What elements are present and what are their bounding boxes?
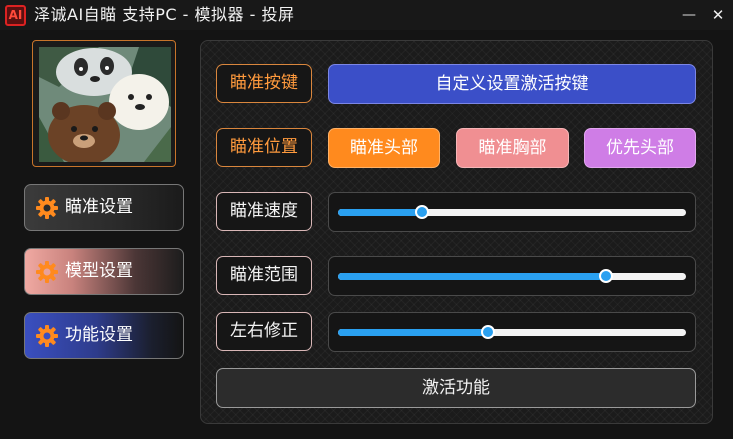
minimize-button[interactable]: — bbox=[679, 5, 699, 25]
slider-track[interactable] bbox=[338, 325, 686, 339]
slider-thumb[interactable] bbox=[598, 269, 613, 283]
aim-speed-label: 瞄准速度 bbox=[216, 192, 312, 231]
gear-icon bbox=[36, 325, 58, 347]
slider-thumb[interactable] bbox=[414, 205, 429, 219]
slider-fill bbox=[338, 209, 422, 216]
aim-position-label: 瞄准位置 bbox=[216, 128, 312, 167]
activate-function-button[interactable]: 激活功能 bbox=[216, 368, 696, 408]
lr-correction-slider[interactable] bbox=[328, 312, 696, 352]
slider-thumb[interactable] bbox=[480, 325, 495, 339]
sidebar-item-aim-settings[interactable]: 瞄准设置 bbox=[24, 184, 184, 231]
aim-chest-button[interactable]: 瞄准胸部 bbox=[456, 128, 569, 168]
custom-activation-key-button[interactable]: 自定义设置激活按键 bbox=[328, 64, 696, 104]
window-title: 泽诚AI自瞄 支持PC - 模拟器 - 投屏 bbox=[34, 5, 295, 24]
lr-correction-label: 左右修正 bbox=[216, 312, 312, 351]
slider-fill bbox=[338, 329, 488, 336]
aim-key-label: 瞄准按键 bbox=[216, 64, 312, 103]
aim-speed-slider[interactable] bbox=[328, 192, 696, 232]
slider-fill bbox=[338, 273, 606, 280]
priority-head-button[interactable]: 优先头部 bbox=[584, 128, 696, 168]
sidebar-item-label: 瞄准设置 bbox=[65, 197, 133, 217]
gear-icon bbox=[36, 261, 58, 283]
cartoon-bears-image bbox=[39, 47, 171, 162]
sidebar-item-label: 功能设置 bbox=[65, 325, 133, 345]
aim-range-slider[interactable] bbox=[328, 256, 696, 296]
close-button[interactable]: ✕ bbox=[708, 5, 728, 25]
app-logo-icon: AI bbox=[5, 5, 26, 26]
aim-range-label: 瞄准范围 bbox=[216, 256, 312, 295]
sidebar-item-model-settings[interactable]: 模型设置 bbox=[24, 248, 184, 295]
slider-track[interactable] bbox=[338, 205, 686, 219]
sidebar-item-label: 模型设置 bbox=[65, 261, 133, 281]
slider-track[interactable] bbox=[338, 269, 686, 283]
avatar bbox=[32, 40, 176, 167]
sidebar-item-function-settings[interactable]: 功能设置 bbox=[24, 312, 184, 359]
aim-head-button[interactable]: 瞄准头部 bbox=[328, 128, 440, 168]
gear-icon bbox=[36, 197, 58, 219]
title-bar: AI 泽诚AI自瞄 支持PC - 模拟器 - 投屏 — ✕ bbox=[0, 0, 733, 30]
